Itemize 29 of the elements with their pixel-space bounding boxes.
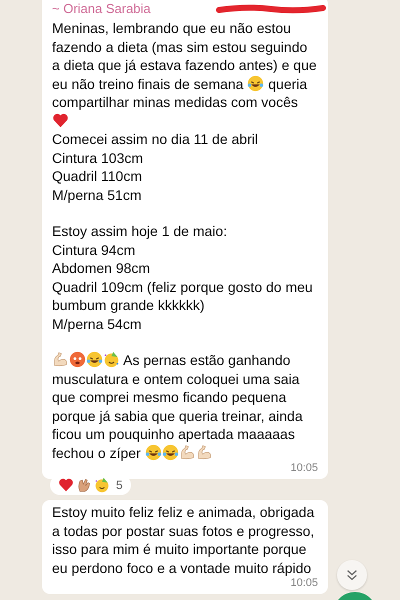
laughing-emoji-icon <box>144 444 162 460</box>
message-text: Estoy assim hoje 1 de maio: <box>52 222 228 240</box>
message-text: Cintura 94cm <box>52 240 136 259</box>
laughing-emoji-icon <box>86 351 103 368</box>
flexed-arm-icon <box>178 444 196 460</box>
sender-name: ~ Oriana Sarabia <box>52 0 151 18</box>
message-text: Quadril 109cm (feliz porque gosto do meu bumbum grande kkkkkk) <box>52 278 314 314</box>
message-text: M/perna 54cm <box>52 314 142 333</box>
party-face-icon <box>103 351 120 368</box>
laughing-emoji-icon <box>247 74 264 92</box>
reactions-pill[interactable]: 5 <box>50 475 131 495</box>
message-text: Quadril 110cm <box>52 167 144 186</box>
message-time: 10:05 <box>289 462 318 474</box>
flexed-arm-icon <box>52 351 69 368</box>
double-chevron-icon <box>345 568 359 582</box>
laughing-emoji-icon <box>162 444 179 460</box>
heart-icon <box>58 477 74 493</box>
message-time: 10:05 <box>289 577 318 589</box>
message-text: Cintura 103cm <box>52 148 144 167</box>
message-text: M/perna 51cm <box>52 186 142 204</box>
heart-icon <box>52 112 69 128</box>
message-text: As pernas estão ganhando musculatura e ontem coloquei uma saia que comprei mesmo ficando pequena porque já sabia que queria treinar, ainda ficou um pouquinho apertada maaaaas fechou o zíper <box>52 351 304 462</box>
scroll-down-button[interactable] <box>337 560 367 590</box>
message-text: Abdomen 98cm <box>52 259 152 278</box>
message-text: Meninas, lembrando que eu não estou fazendo a dieta (mas sim estou seguindo a dieta que já estava fazendo antes) e que eu não treino finais de semana queria compartilhar minas medidas com vocês <box>52 19 318 130</box>
message-text: Comecei assim no dia 11 de abril <box>52 130 259 148</box>
message-text: Estoy muito feliz feliz e animada, obrigada a todas por postar suas fotos e progresso, isso para mim é muito importante porque eu perdono foco e a vontade muito rápido <box>52 503 316 577</box>
flexed-arm-icon <box>196 444 213 460</box>
party-face-icon <box>94 477 110 493</box>
